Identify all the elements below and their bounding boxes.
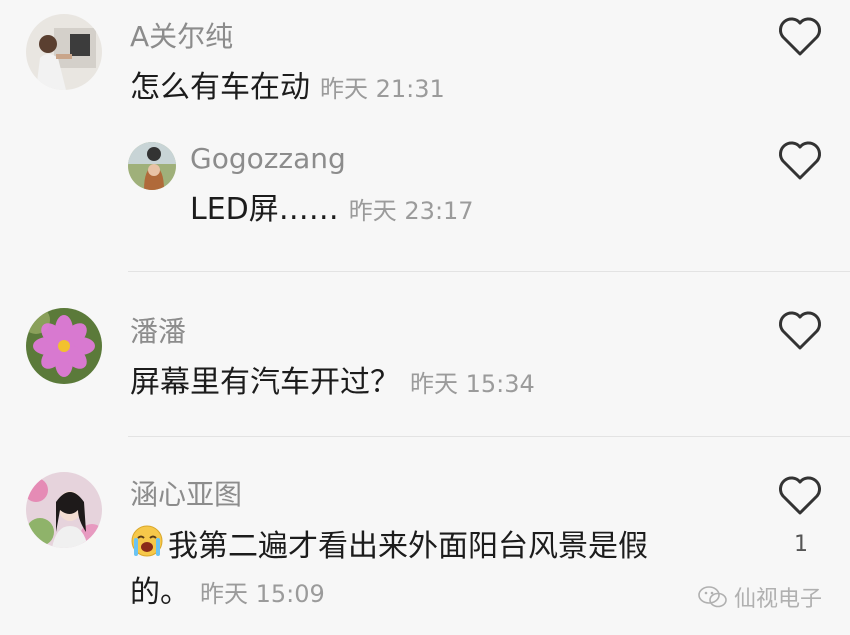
heart-outline-icon[interactable]: [778, 141, 822, 181]
wechat-icon: [698, 586, 727, 608]
reply-text: LED屏…… 昨天 23:17: [190, 188, 474, 233]
comment-text: 屏幕里有汽车开过？ 昨天 15:34: [130, 361, 535, 406]
comment-body: 我第二遍才看出来外面阳台风景是假: [168, 529, 648, 564]
comment-item: A关尔纯 怎么有车在动 昨天 21:31 Gogozzang LED屏…… 昨天 2…: [0, 0, 850, 272]
watermark: 仙视电子: [698, 581, 822, 613]
comment-body: 怎么有车在动: [130, 70, 310, 105]
reply-body: LED屏……: [190, 192, 339, 227]
crying-face-emoji: [130, 524, 164, 571]
reply-time: 昨天 23:17: [348, 197, 474, 225]
comment-username[interactable]: A关尔纯: [130, 15, 233, 55]
comment-text: 怎么有车在动 昨天 21:31: [130, 66, 445, 111]
watermark-text: 仙视电子: [733, 587, 822, 612]
heart-outline-icon[interactable]: [778, 311, 822, 351]
comment-item: 潘潘 屏幕里有汽车开过？ 昨天 15:34: [0, 272, 850, 437]
comment-body: 的。: [130, 575, 190, 610]
comment-time: 昨天 21:31: [320, 75, 445, 103]
comment-time: 昨天 15:09: [200, 580, 325, 608]
comment-text: 我第二遍才看出来外面阳台风景是假: [130, 524, 648, 571]
avatar[interactable]: [128, 142, 176, 190]
avatar[interactable]: [26, 308, 102, 384]
avatar[interactable]: [26, 14, 102, 90]
avatar[interactable]: [26, 472, 102, 548]
comment-time: 昨天 15:34: [410, 370, 535, 398]
comment-username[interactable]: 涵心亚图: [130, 473, 242, 513]
comment-username[interactable]: 潘潘: [130, 310, 186, 350]
comment-body: 屏幕里有汽车开过？: [130, 365, 400, 400]
comment-text-continued: 的。 昨天 15:09: [130, 571, 325, 616]
like-count: 1: [794, 532, 808, 557]
reply-username[interactable]: Gogozzang: [190, 142, 346, 175]
heart-outline-icon[interactable]: [778, 17, 822, 57]
heart-outline-icon[interactable]: [778, 476, 822, 516]
